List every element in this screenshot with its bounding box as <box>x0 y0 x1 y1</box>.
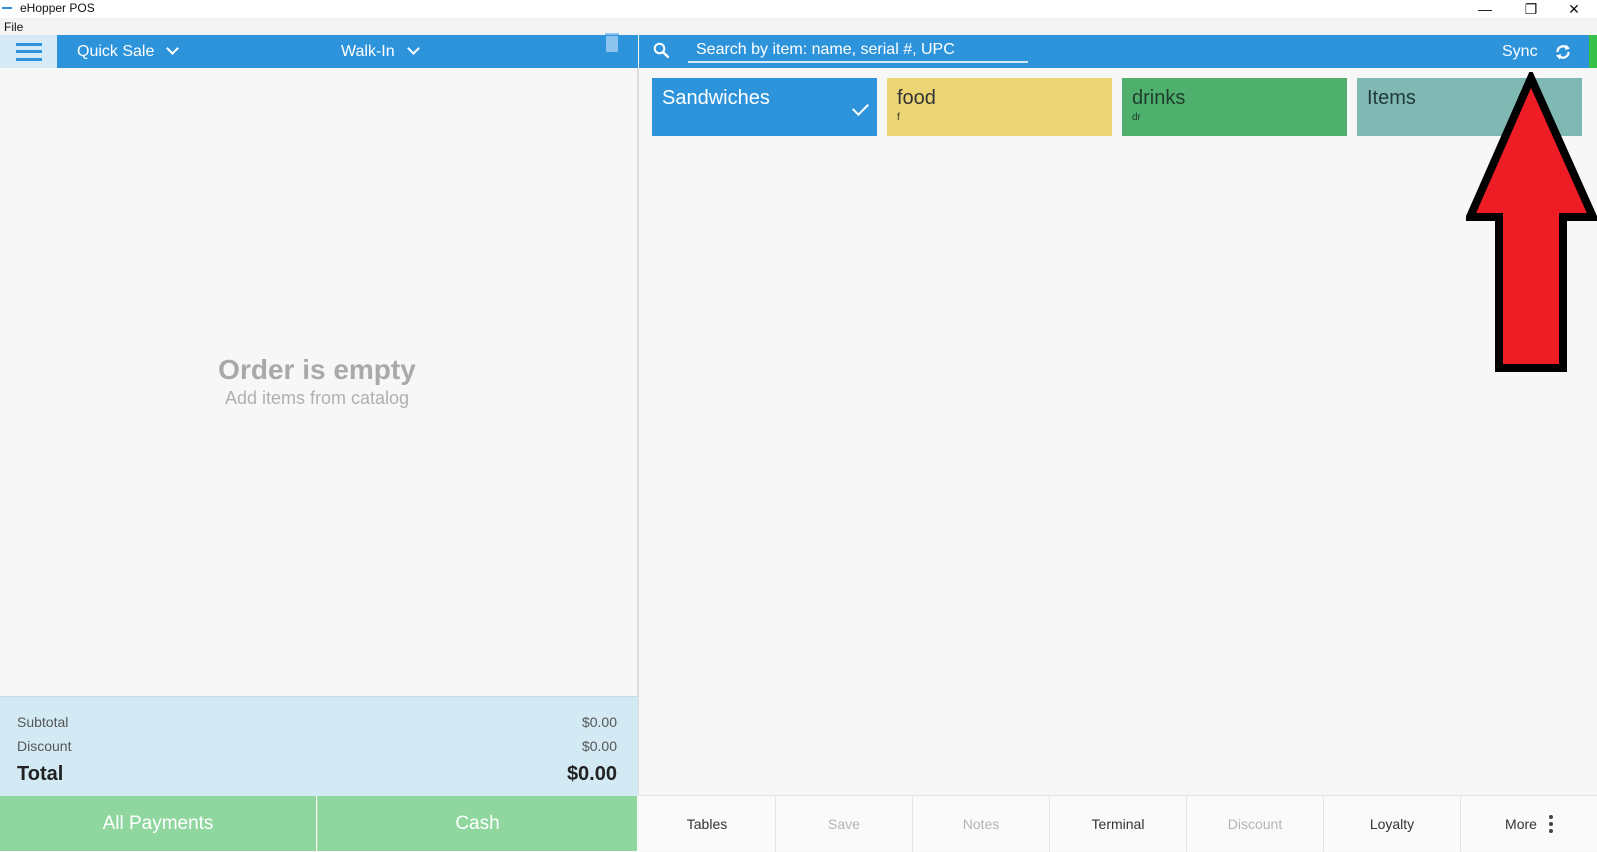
category-code: dr <box>1132 112 1141 123</box>
subtotal-label: Subtotal <box>17 714 69 730</box>
discount-label: Discount <box>17 738 72 754</box>
action-label: Tables <box>686 816 728 832</box>
terminal-button[interactable]: Terminal <box>1050 796 1187 852</box>
action-label: Notes <box>962 816 1000 832</box>
discount-row: Discount $0.00 <box>17 738 617 754</box>
title-bar: eHopper POS — ❐ ✕ <box>0 0 1597 18</box>
annotation-arrow-icon <box>1466 72 1597 372</box>
minimize-icon[interactable]: — <box>1462 0 1508 18</box>
order-type-label: Quick Sale <box>77 42 155 60</box>
sync-icon <box>1555 44 1570 59</box>
chevron-down-icon <box>406 42 420 55</box>
order-header-bar: Quick Sale Walk-In <box>57 35 638 68</box>
panel-divider <box>637 68 639 796</box>
discount-button[interactable]: Discount <box>1187 796 1324 852</box>
category-name: food <box>897 87 936 109</box>
catalog-header: Sync <box>639 35 1597 68</box>
restore-icon[interactable]: ❐ <box>1508 0 1554 18</box>
action-label: Discount <box>1227 816 1283 832</box>
category-tile-drinks[interactable]: drinks dr <box>1122 78 1347 136</box>
order-type-dropdown[interactable]: Quick Sale <box>77 35 180 68</box>
more-vertical-icon <box>1548 815 1553 833</box>
action-label: Loyalty <box>1369 816 1415 832</box>
window-title: eHopper POS <box>20 1 95 15</box>
tables-button[interactable]: Tables <box>639 796 776 852</box>
total-label: Total <box>17 763 64 785</box>
search-icon[interactable] <box>653 42 669 58</box>
category-code: f <box>897 112 900 123</box>
category-name: drinks <box>1132 87 1186 109</box>
save-button[interactable]: Save <box>776 796 913 852</box>
customer-label: Walk-In <box>341 42 395 60</box>
menu-file[interactable]: File <box>4 20 23 34</box>
category-tile-food[interactable]: food f <box>887 78 1112 136</box>
trash-icon[interactable] <box>605 33 619 52</box>
order-panel: Order is empty Add items from catalog <box>0 68 638 696</box>
subtotal-value: $0.00 <box>581 714 617 730</box>
chevron-down-icon <box>166 42 180 55</box>
discount-value: $0.00 <box>581 738 617 754</box>
total-row: Total $0.00 <box>17 763 617 786</box>
order-header: Quick Sale Walk-In <box>0 35 638 68</box>
more-button[interactable]: More <box>1461 796 1597 852</box>
app-icon <box>2 7 12 9</box>
sync-label: Sync <box>1502 42 1538 60</box>
close-icon[interactable]: ✕ <box>1551 0 1597 18</box>
action-label: Save <box>828 816 860 832</box>
totals-panel: Subtotal $0.00 Discount $0.00 Total $0.0… <box>0 696 638 796</box>
customer-dropdown[interactable]: Walk-In <box>341 35 420 68</box>
action-label: More <box>1505 816 1537 832</box>
search-input[interactable] <box>688 38 1028 63</box>
empty-order-title: Order is empty <box>218 354 416 385</box>
menu-bar: File <box>0 18 1597 35</box>
category-name: Sandwiches <box>662 87 770 109</box>
subtotal-row: Subtotal $0.00 <box>17 714 617 730</box>
sync-button[interactable]: Sync <box>1502 35 1572 68</box>
category-tile-sandwiches[interactable]: Sandwiches <box>652 78 877 136</box>
total-value: $0.00 <box>566 763 617 785</box>
action-bar: Tables Save Notes Terminal Discount Loya… <box>639 795 1597 852</box>
notes-button[interactable]: Notes <box>913 796 1050 852</box>
empty-order-subtitle: Add items from catalog <box>224 388 410 408</box>
status-indicator <box>1589 35 1597 68</box>
hamburger-icon <box>15 42 42 61</box>
action-label: Terminal <box>1091 816 1145 832</box>
menu-button[interactable] <box>0 35 57 68</box>
loyalty-button[interactable]: Loyalty <box>1324 796 1461 852</box>
all-payments-button[interactable]: All Payments <box>0 796 316 851</box>
cash-button[interactable]: Cash <box>317 796 637 851</box>
